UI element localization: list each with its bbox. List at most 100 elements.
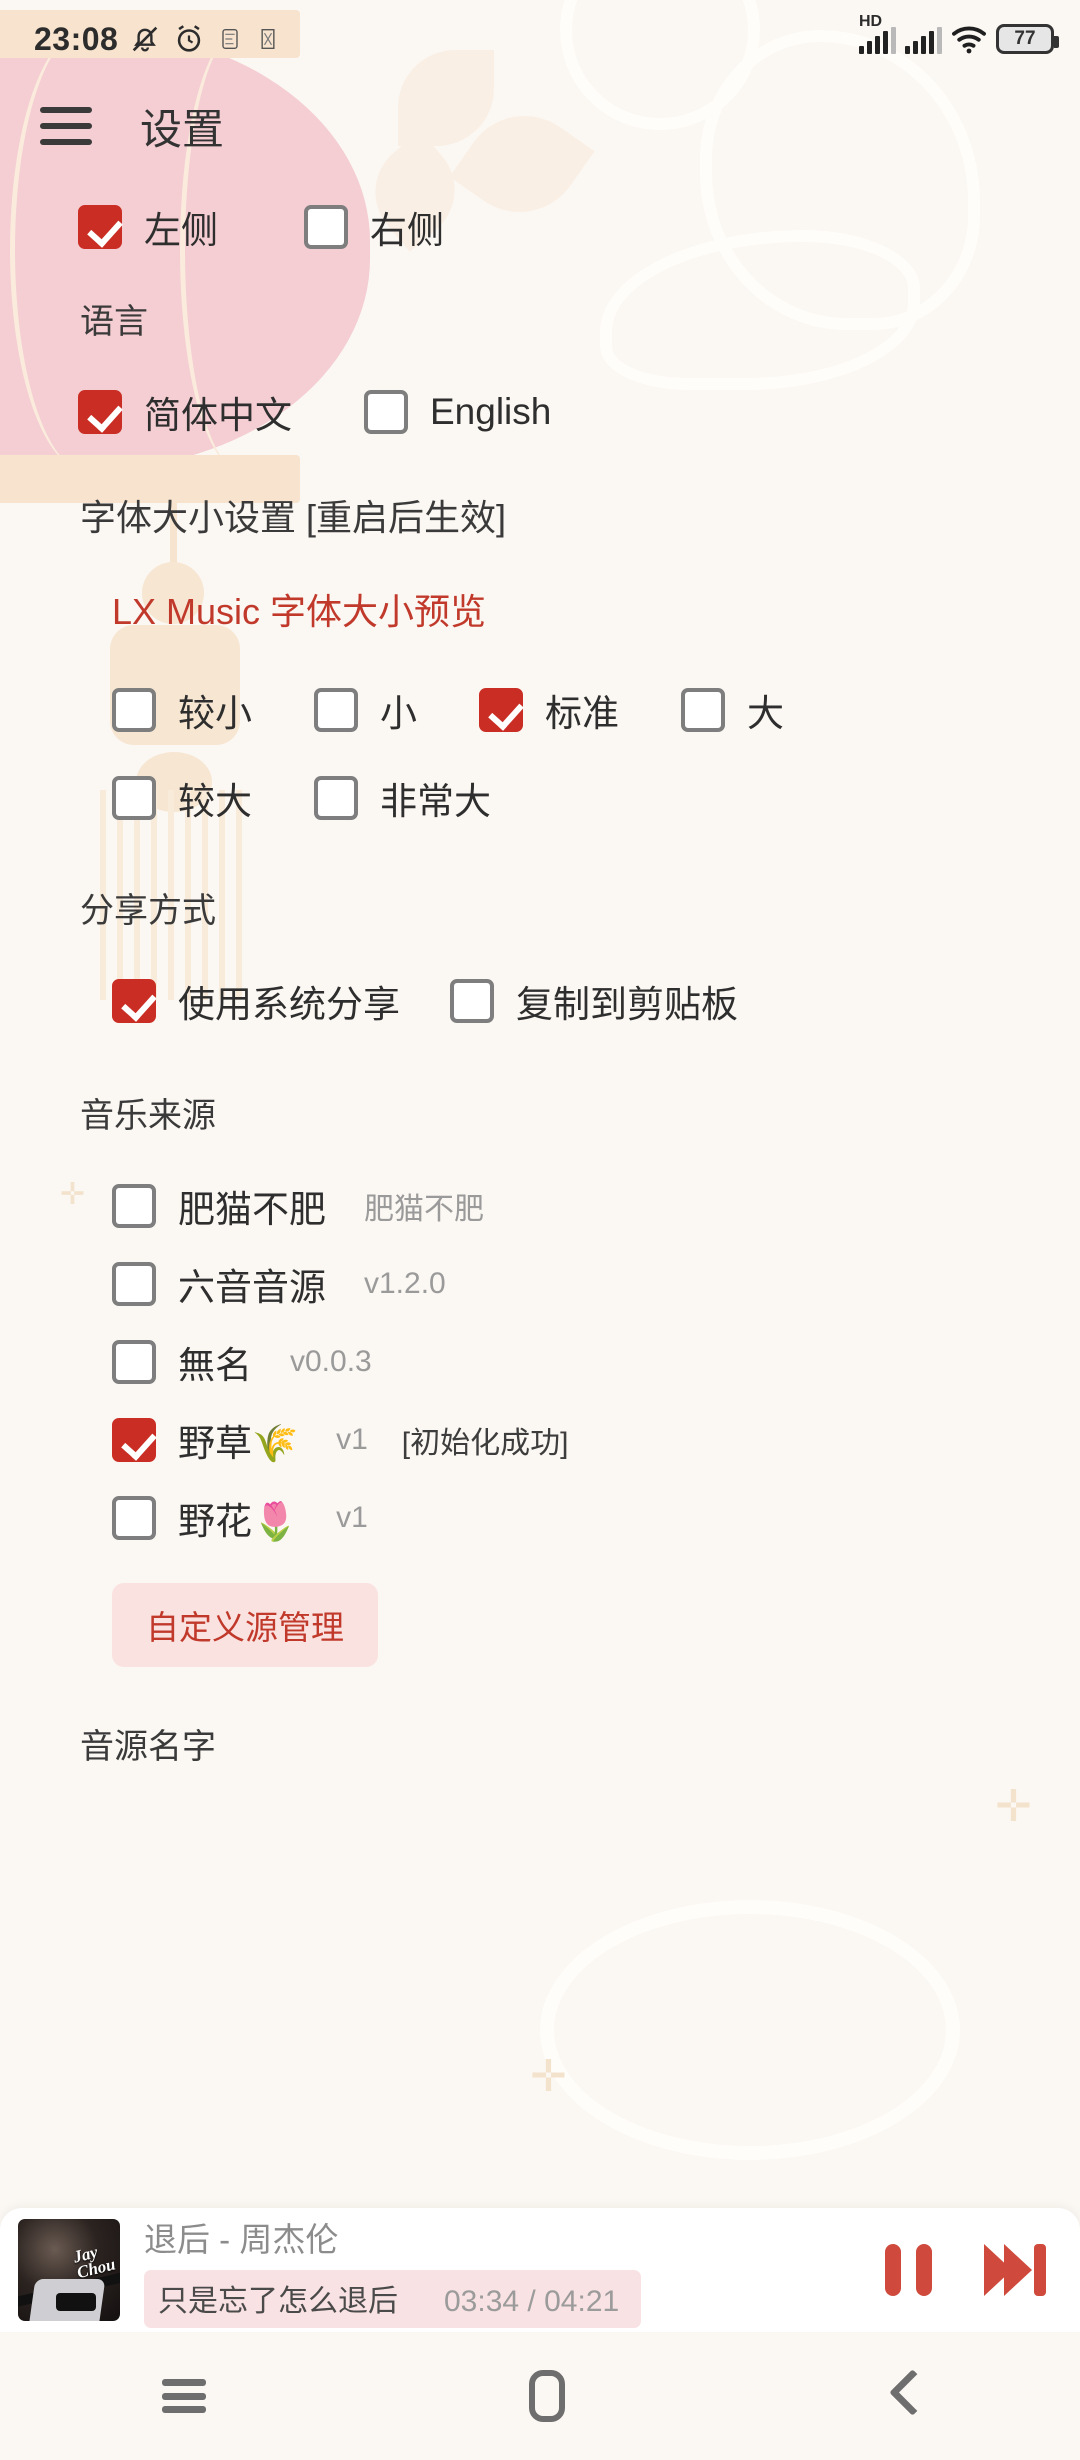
mute-bell-icon — [128, 22, 162, 56]
back-icon[interactable] — [888, 2370, 918, 2422]
option-label: 标准 — [545, 693, 619, 734]
checkbox-option-system-share[interactable]: 使用系统分享 — [112, 974, 400, 1028]
music-source-item-yecao[interactable]: 野草🌾 v1 [初始化成功] — [0, 1413, 1080, 1467]
app-notification-icon-2 — [254, 25, 282, 53]
album-art[interactable]: Jay Chou — [18, 2219, 120, 2321]
app-header: 设置 — [0, 78, 1080, 174]
checkbox-simplified-chinese[interactable] — [78, 390, 122, 434]
option-label: 较大 — [178, 781, 252, 822]
checkbox-source-yecao[interactable] — [112, 1418, 156, 1462]
checkbox-option-english[interactable]: English — [364, 390, 551, 434]
signal-icon — [905, 27, 942, 54]
music-source-item-wuming[interactable]: 無名 v0.0.3 — [0, 1335, 1080, 1389]
section-title-source-name: 音源名字 — [80, 1728, 216, 1766]
share-method-options-row: 使用系统分享 复制到剪贴板 — [0, 974, 1080, 1028]
option-label: 较小 — [178, 693, 252, 734]
option-label: 使用系统分享 — [178, 984, 400, 1025]
checkbox-source-feimao[interactable] — [112, 1184, 156, 1228]
wifi-icon — [951, 24, 987, 54]
checkbox-source-yehua[interactable] — [112, 1496, 156, 1540]
status-bar-time: 23:08 — [34, 20, 119, 57]
option-label: 左侧 — [144, 210, 218, 251]
checkbox-option-right-side[interactable]: 右侧 — [304, 200, 444, 254]
checkbox-font-large[interactable] — [681, 688, 725, 732]
current-lyric: 只是忘了怎么退后 — [158, 2284, 398, 2318]
custom-source-manage-button[interactable]: 自定义源管理 — [112, 1583, 378, 1667]
alarm-clock-icon — [172, 22, 206, 56]
checkbox-source-liuyin[interactable] — [112, 1262, 156, 1306]
checkbox-left-side[interactable] — [78, 205, 122, 249]
track-info[interactable]: 退后 - 周杰伦 只是忘了怎么退后 03:34 / 04:21 — [144, 2213, 859, 2328]
section-title-share-method: 分享方式 — [80, 892, 216, 930]
section-title-music-source: 音乐来源 — [80, 1097, 216, 1135]
page-title: 设置 — [140, 105, 225, 153]
font-size-options-row-1: 较小 小 标准 大 — [0, 683, 1080, 737]
source-label: 無名 — [178, 1345, 252, 1386]
option-label: 简体中文 — [144, 395, 292, 436]
checkbox-font-small[interactable] — [314, 688, 358, 732]
recents-icon[interactable] — [161, 2379, 206, 2413]
source-label: 野草🌾 — [178, 1423, 299, 1464]
total-time: 04:21 — [544, 2284, 620, 2318]
next-track-icon[interactable] — [984, 2244, 1046, 2296]
music-source-item-yehua[interactable]: 野花🌷 v1 — [0, 1491, 1080, 1545]
source-label: 六音音源 — [178, 1267, 326, 1308]
music-source-item-feimao[interactable]: 肥猫不肥 肥猫不肥 — [0, 1179, 1080, 1233]
music-source-option[interactable]: 無名 v0.0.3 — [112, 1335, 372, 1389]
settings-content[interactable]: 左侧 右侧 语言 简体中文 English 字体大小设置 [重启后生效] LX … — [0, 200, 1080, 2190]
music-source-item-liuyin[interactable]: 六音音源 v1.2.0 — [0, 1257, 1080, 1311]
checkbox-english[interactable] — [364, 390, 408, 434]
checkbox-option-font-large[interactable]: 大 — [681, 683, 784, 737]
checkbox-option-font-larger[interactable]: 较大 — [112, 771, 252, 825]
option-label: 复制到剪贴板 — [516, 984, 738, 1025]
status-bar: 23:08 HD 77 — [0, 0, 1080, 78]
drawer-side-options-row: 左侧 右侧 — [0, 200, 1080, 254]
hd-signal-icon: HD — [859, 13, 896, 54]
music-source-option[interactable]: 六音音源 v1.2.0 — [112, 1257, 446, 1311]
checkbox-option-left-side[interactable]: 左侧 — [78, 200, 218, 254]
player-controls — [885, 2244, 1046, 2296]
checkbox-font-standard[interactable] — [479, 688, 523, 732]
music-source-option[interactable]: 肥猫不肥 肥猫不肥 — [112, 1179, 484, 1233]
battery-percent: 77 — [1014, 28, 1036, 49]
checkbox-option-font-largest[interactable]: 非常大 — [314, 771, 491, 825]
checkbox-font-smaller[interactable] — [112, 688, 156, 732]
checkbox-option-font-standard[interactable]: 标准 — [479, 683, 619, 737]
option-label: English — [430, 391, 552, 432]
home-icon[interactable] — [528, 2370, 565, 2422]
music-source-option[interactable]: 野花🌷 v1 — [112, 1491, 368, 1545]
checkbox-option-font-smaller[interactable]: 较小 — [112, 683, 252, 737]
checkbox-source-wuming[interactable] — [112, 1340, 156, 1384]
checkbox-right-side[interactable] — [304, 205, 348, 249]
option-label: 小 — [380, 693, 417, 734]
source-meta: v0.0.3 — [290, 1345, 372, 1378]
checkbox-system-share[interactable] — [112, 979, 156, 1023]
checkbox-copy-clipboard[interactable] — [450, 979, 494, 1023]
option-label: 大 — [747, 693, 784, 734]
language-options-row: 简体中文 English — [0, 385, 1080, 439]
app-notification-icon-1 — [216, 25, 244, 53]
checkbox-option-copy-clipboard[interactable]: 复制到剪贴板 — [450, 974, 738, 1028]
source-status: [初始化成功] — [401, 1427, 569, 1460]
source-label: 肥猫不肥 — [178, 1189, 326, 1230]
music-source-option[interactable]: 野草🌾 v1 [初始化成功] — [112, 1413, 568, 1467]
font-size-options-row-2: 较大 非常大 — [0, 771, 1080, 825]
current-time: 03:34 — [444, 2284, 520, 2318]
time-separator: / — [527, 2284, 536, 2318]
android-nav-bar — [0, 2332, 1080, 2460]
section-title-language: 语言 — [80, 303, 148, 341]
player-bar[interactable]: Jay Chou 退后 - 周杰伦 只是忘了怎么退后 03:34 / 04:21 — [0, 2208, 1080, 2332]
font-size-preview-text: LX Music 字体大小预览 — [112, 591, 487, 632]
battery-icon: 77 — [996, 24, 1059, 54]
checkbox-option-font-small[interactable]: 小 — [314, 683, 417, 737]
source-meta: 肥猫不肥 — [364, 1193, 484, 1226]
checkbox-font-larger[interactable] — [112, 776, 156, 820]
source-meta: v1 — [336, 1423, 368, 1456]
track-title: 退后 - 周杰伦 — [144, 2220, 339, 2258]
lyric-bar: 只是忘了怎么退后 03:34 / 04:21 — [144, 2269, 642, 2328]
checkbox-font-largest[interactable] — [314, 776, 358, 820]
option-label: 非常大 — [380, 781, 491, 822]
hamburger-menu-icon[interactable] — [40, 107, 92, 145]
checkbox-option-simplified-chinese[interactable]: 简体中文 — [78, 385, 292, 439]
pause-icon[interactable] — [885, 2244, 932, 2296]
